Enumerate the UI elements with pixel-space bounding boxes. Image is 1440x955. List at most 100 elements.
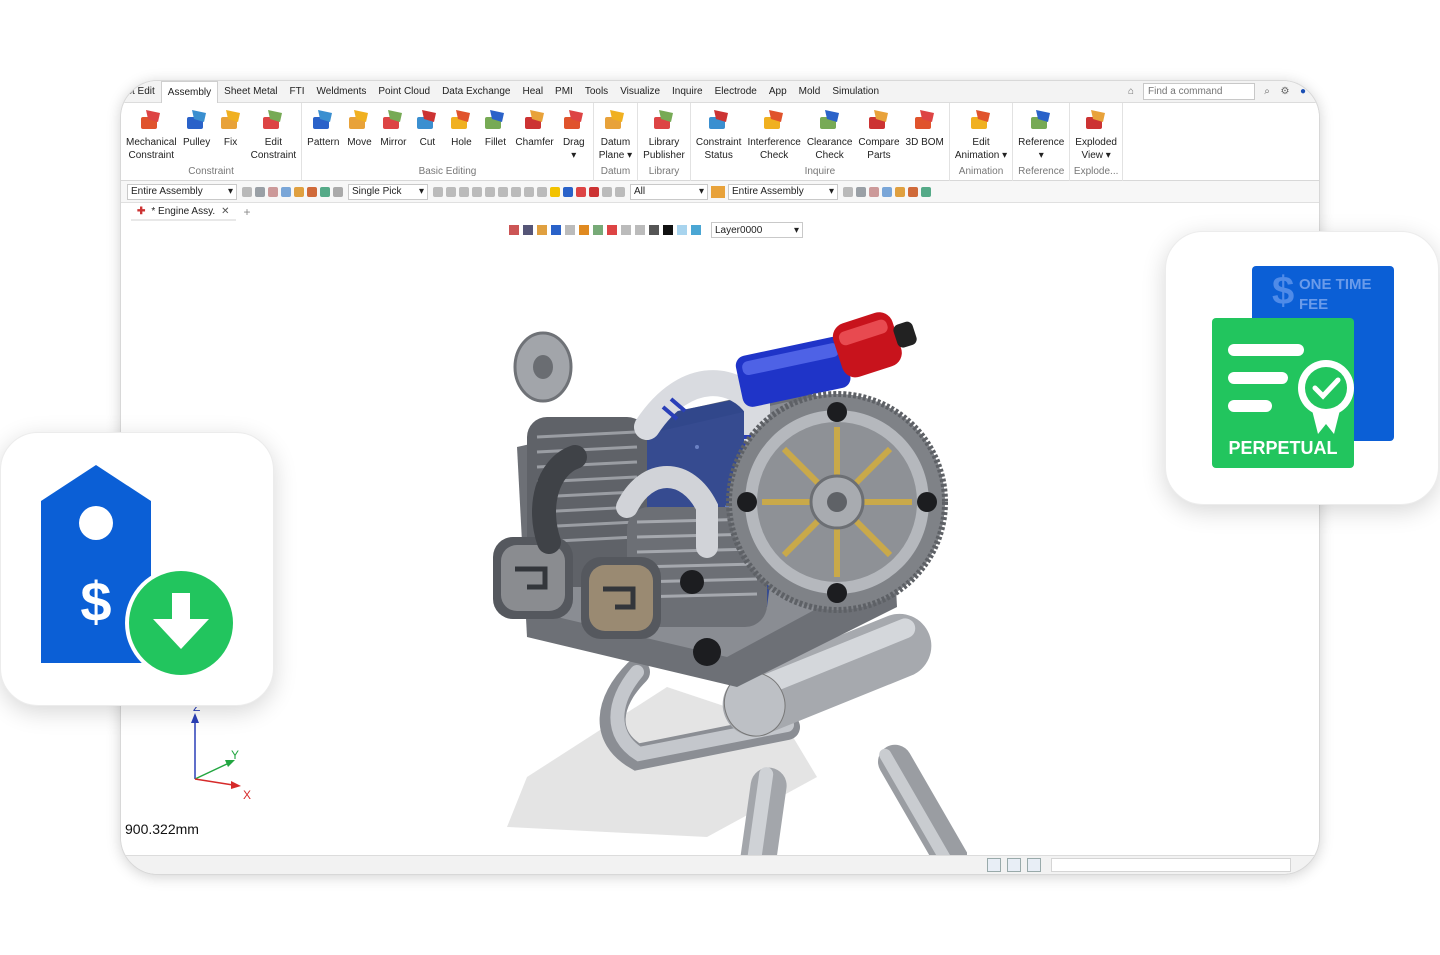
add-tab-icon[interactable]: + xyxy=(244,205,251,219)
ribbon-button[interactable]: Reference ▾ xyxy=(1015,103,1067,162)
render-icon[interactable] xyxy=(579,225,589,235)
ribbon-button[interactable]: Interference Check xyxy=(744,103,803,162)
engine-assembly-model[interactable] xyxy=(487,307,967,857)
highlight-select-icon[interactable] xyxy=(550,186,560,197)
menu-tab[interactable]: Inquire xyxy=(666,81,709,103)
cursor-icon[interactable] xyxy=(433,186,443,197)
menu-tab[interactable]: Electrode xyxy=(709,81,763,103)
camera-icon[interactable] xyxy=(523,225,533,235)
wire-cube-icon[interactable] xyxy=(565,225,575,235)
ribbon-button[interactable]: Datum Plane ▾ xyxy=(596,103,635,162)
ribbon-button[interactable]: Hole xyxy=(444,103,478,149)
menu-tab[interactable]: Visualize xyxy=(614,81,666,103)
view-icon[interactable] xyxy=(281,186,291,197)
filter-icon[interactable] xyxy=(843,186,853,197)
3d-viewport[interactable]: Layer0000 ▾ Z Y X 900.322mm xyxy=(121,221,1319,857)
clock-icon[interactable] xyxy=(333,186,343,197)
background-blue-icon[interactable] xyxy=(677,225,687,235)
display-mode-icon[interactable] xyxy=(649,225,659,235)
section-icon[interactable] xyxy=(593,225,603,235)
menu-tab[interactable]: Weldments xyxy=(311,81,373,103)
folder-icon[interactable] xyxy=(895,186,905,197)
history-icon[interactable] xyxy=(908,186,918,197)
menu-tab[interactable]: Point Cloud xyxy=(372,81,436,103)
curve-icon[interactable] xyxy=(485,186,495,197)
ribbon-button[interactable]: Library Publisher xyxy=(640,103,688,162)
angle-icon[interactable] xyxy=(524,186,534,197)
print-icon[interactable] xyxy=(255,186,265,197)
settings-gear-icon[interactable]: ⚙ xyxy=(1279,86,1291,98)
spline-icon[interactable] xyxy=(498,186,508,197)
layer-icon[interactable] xyxy=(268,186,278,197)
view-icon[interactable] xyxy=(882,186,892,197)
remove-icon[interactable] xyxy=(576,186,586,197)
light-icon[interactable] xyxy=(691,225,701,235)
ribbon-button[interactable]: Move xyxy=(342,103,376,149)
measure-icon[interactable] xyxy=(589,186,599,197)
menu-tab[interactable]: Data Exchange xyxy=(436,81,516,103)
refresh-icon[interactable] xyxy=(921,186,931,197)
polygon-icon[interactable] xyxy=(602,186,612,197)
search-icon[interactable]: ⌕ xyxy=(1261,86,1273,98)
ribbon-button[interactable]: Edit Animation ▾ xyxy=(952,103,1010,162)
lasso-icon[interactable] xyxy=(446,186,456,197)
command-search-input[interactable] xyxy=(1143,83,1255,100)
collapse-ribbon-icon[interactable]: ⌂ xyxy=(1125,86,1137,98)
ribbon-button[interactable]: Edit Constraint xyxy=(248,103,300,162)
ribbon-button[interactable]: 3D BOM xyxy=(903,103,947,149)
ribbon-button[interactable]: Clearance Check xyxy=(804,103,856,162)
window-icon[interactable] xyxy=(1027,858,1041,872)
menu-tab[interactable]: App xyxy=(763,81,793,103)
menu-tab[interactable]: Sheet Metal xyxy=(218,81,283,103)
ruler-icon[interactable] xyxy=(635,225,645,235)
menu-tab[interactable]: FTI xyxy=(284,81,311,103)
view-orient-icon[interactable] xyxy=(509,225,519,235)
scope-select-right[interactable]: Entire Assembly ▾ xyxy=(728,183,838,200)
ribbon-button[interactable]: Exploded View ▾ xyxy=(1072,103,1120,162)
layer-icon[interactable] xyxy=(869,186,879,197)
offset-icon[interactable] xyxy=(537,186,547,197)
pick-mode-select[interactable]: Single Pick ▾ xyxy=(348,183,428,200)
layer-select[interactable]: Layer0000 ▾ xyxy=(711,222,803,238)
ribbon-button[interactable]: Fix xyxy=(214,103,248,149)
assembly-icon[interactable] xyxy=(711,185,725,198)
menu-tab[interactable]: ct Edit xyxy=(121,81,161,103)
menu-tab[interactable]: Simulation xyxy=(826,81,885,103)
filter-icon[interactable] xyxy=(242,186,252,197)
select-filter-icon[interactable] xyxy=(563,186,573,197)
panel-layout-icon[interactable] xyxy=(987,858,1001,872)
frame-icon[interactable] xyxy=(621,225,631,235)
cube-icon[interactable] xyxy=(551,225,561,235)
menu-tab[interactable]: PMI xyxy=(549,81,579,103)
history-icon[interactable] xyxy=(307,186,317,197)
ribbon-button[interactable]: Mirror xyxy=(376,103,410,149)
document-tab[interactable]: ✚ * Engine Assy. ✕ xyxy=(131,203,236,221)
ribbon-button[interactable]: Mechanical Constraint xyxy=(123,103,180,162)
ribbon-button[interactable]: Cut xyxy=(410,103,444,149)
ribbon-button[interactable]: Constraint Status xyxy=(693,103,745,162)
scope-select-left[interactable]: Entire Assembly ▾ xyxy=(127,183,237,200)
ribbon-button[interactable]: Drag ▾ xyxy=(557,103,591,162)
filter-select[interactable]: All ▾ xyxy=(630,183,708,200)
pan-icon[interactable] xyxy=(537,225,547,235)
help-icon[interactable]: ● xyxy=(1297,86,1309,98)
ribbon-button[interactable]: Pattern xyxy=(304,103,342,149)
monitor-icon[interactable] xyxy=(1007,858,1021,872)
circle-icon[interactable] xyxy=(459,186,469,197)
line-icon[interactable] xyxy=(472,186,482,197)
target-icon[interactable] xyxy=(607,225,617,235)
arc-icon[interactable] xyxy=(511,186,521,197)
menu-tab[interactable]: Assembly xyxy=(160,81,219,104)
folder-icon[interactable] xyxy=(294,186,304,197)
ribbon-button[interactable]: Fillet xyxy=(478,103,512,149)
menu-tab[interactable]: Heal xyxy=(516,81,549,103)
ribbon-button[interactable]: Chamfer xyxy=(512,103,556,149)
close-icon[interactable]: ✕ xyxy=(221,206,229,217)
background-black-icon[interactable] xyxy=(663,225,673,235)
ribbon-button[interactable]: Pulley xyxy=(180,103,214,149)
menu-tab[interactable]: Tools xyxy=(579,81,614,103)
status-command-field[interactable] xyxy=(1051,858,1291,872)
refresh-icon[interactable] xyxy=(320,186,330,197)
menu-tab[interactable]: Mold xyxy=(793,81,827,103)
sphere-icon[interactable] xyxy=(615,186,625,197)
